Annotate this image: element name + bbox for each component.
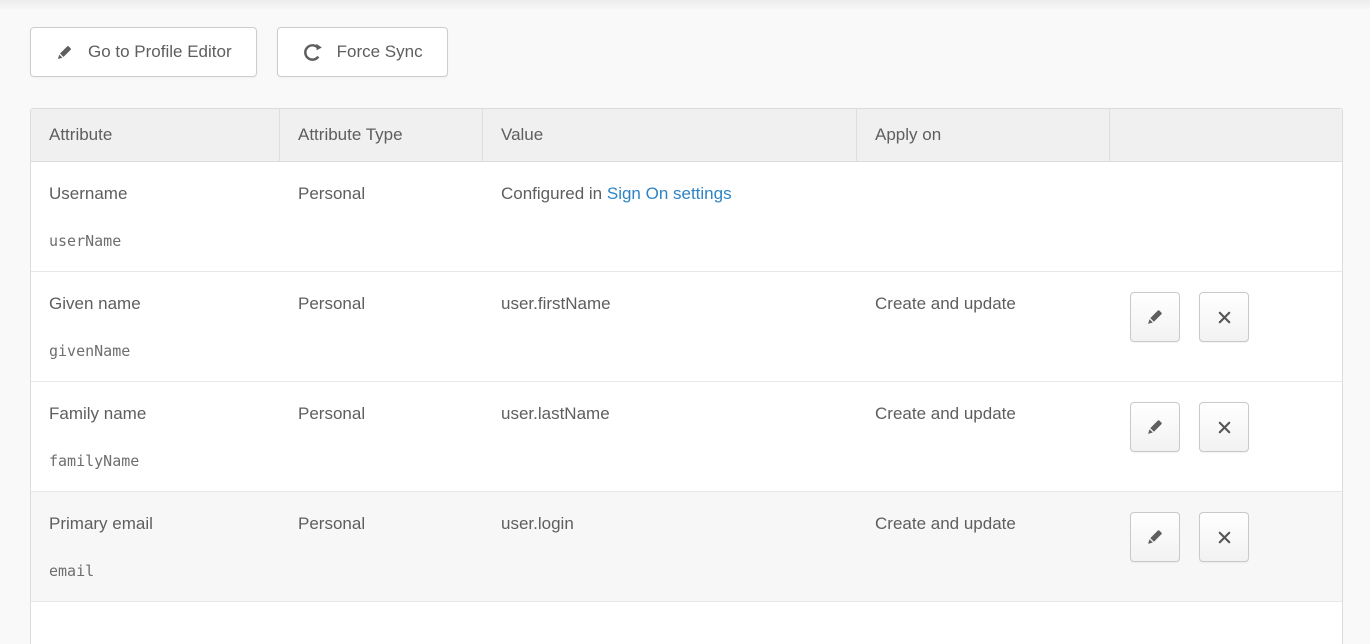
apply-on-cell: Create and update [857, 492, 1110, 601]
attribute-variable: givenName [49, 340, 262, 362]
apply-on-cell [857, 162, 1110, 271]
x-icon [1215, 528, 1234, 547]
attribute-cell: Family name familyName [31, 382, 280, 491]
x-icon [1215, 308, 1234, 327]
table-row-family-name: Family name familyName Personal user.las… [31, 382, 1342, 492]
actions-cell [1110, 162, 1342, 271]
value-cell: user.firstName [483, 272, 857, 381]
apply-on-cell: Create and update [857, 382, 1110, 491]
value-cell: Configured in Sign On settings [483, 162, 857, 271]
apply-on-cell: Create and update [857, 272, 1110, 381]
edit-attribute-button[interactable] [1130, 512, 1180, 562]
attribute-cell: Primary email email [31, 492, 280, 601]
pencil-icon [55, 43, 74, 62]
actions-cell [1110, 272, 1342, 381]
attribute-cell: Given name givenName [31, 272, 280, 381]
delete-attribute-button[interactable] [1199, 402, 1249, 452]
attribute-mappings-table: Attribute Attribute Type Value Apply on … [30, 108, 1343, 644]
value-cell: user.login [483, 492, 857, 601]
header-cell-apply-on: Apply on [857, 109, 1110, 161]
table-row-primary-email: Primary email email Personal user.login … [31, 492, 1342, 602]
attribute-type-cell: Personal [280, 382, 483, 491]
sync-icon [302, 42, 323, 63]
value-prefix-text: Configured in [501, 184, 602, 203]
attribute-type-cell: Personal [280, 272, 483, 381]
force-sync-label: Force Sync [337, 42, 423, 62]
attribute-type-cell: Personal [280, 492, 483, 601]
table-row-given-name: Given name givenName Personal user.first… [31, 272, 1342, 382]
toolbar: Go to Profile Editor Force Sync [30, 27, 448, 77]
table-row-username: Username userName Personal Configured in… [31, 162, 1342, 272]
x-icon [1215, 418, 1234, 437]
sign-on-settings-link[interactable]: Sign On settings [607, 184, 732, 203]
header-cell-attribute: Attribute [31, 109, 280, 161]
go-to-profile-editor-button[interactable]: Go to Profile Editor [30, 27, 257, 77]
attribute-label: Family name [49, 403, 262, 425]
delete-attribute-button[interactable] [1199, 512, 1249, 562]
edit-attribute-button[interactable] [1130, 402, 1180, 452]
pencil-icon [1145, 307, 1165, 327]
attribute-label: Primary email [49, 513, 262, 535]
top-edge-shadow [0, 0, 1370, 9]
attribute-variable: email [49, 560, 262, 582]
actions-cell [1110, 492, 1342, 601]
header-cell-value: Value [483, 109, 857, 161]
go-to-profile-editor-label: Go to Profile Editor [88, 42, 232, 62]
table-header-row: Attribute Attribute Type Value Apply on [31, 109, 1342, 162]
actions-cell [1110, 382, 1342, 491]
table-row-partial [31, 602, 1342, 644]
attribute-type-cell: Personal [280, 162, 483, 271]
value-cell: user.lastName [483, 382, 857, 491]
attribute-cell: Username userName [31, 162, 280, 271]
attribute-label: Username [49, 183, 262, 205]
attribute-variable: familyName [49, 450, 262, 472]
pencil-icon [1145, 417, 1165, 437]
pencil-icon [1145, 527, 1165, 547]
attribute-label: Given name [49, 293, 262, 315]
header-cell-attribute-type: Attribute Type [280, 109, 483, 161]
attribute-variable: userName [49, 230, 262, 252]
header-cell-actions [1110, 109, 1342, 161]
delete-attribute-button[interactable] [1199, 292, 1249, 342]
edit-attribute-button[interactable] [1130, 292, 1180, 342]
force-sync-button[interactable]: Force Sync [277, 27, 448, 77]
